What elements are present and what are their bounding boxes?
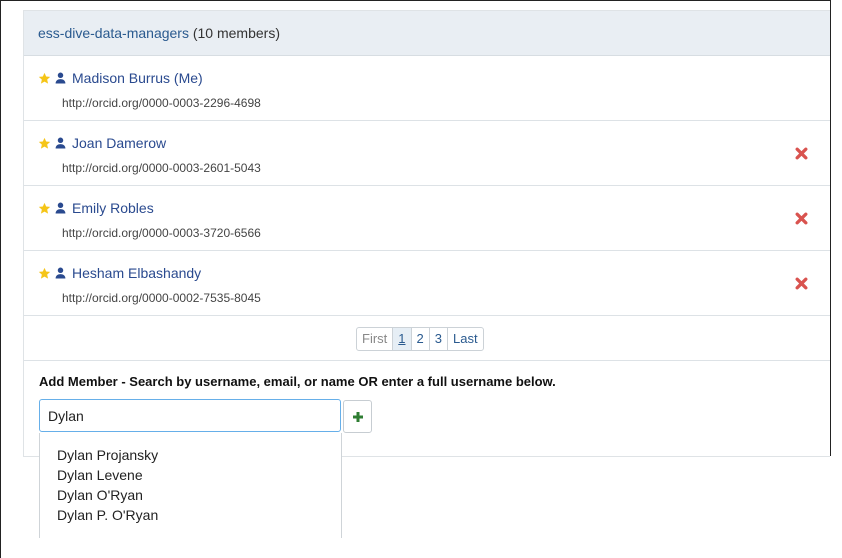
star-icon [38,202,51,214]
star-icon [38,72,51,84]
member-search-input[interactable] [39,399,341,432]
member-name-line: Joan Damerow [38,134,166,152]
remove-member-icon[interactable] [795,277,808,290]
remove-member-icon[interactable] [795,212,808,225]
frame-top-border [0,0,831,1]
member-row: Emily Robles http://orcid.org/0000-0003-… [24,186,830,251]
member-orcid: http://orcid.org/0000-0003-2601-5043 [62,161,261,175]
frame-left-border [0,0,1,558]
suggestion-item[interactable]: Dylan O'Ryan [40,485,341,505]
member-orcid: http://orcid.org/0000-0003-3720-6566 [62,226,261,240]
pagination-row: First 1 2 3 Last [24,316,830,361]
star-icon [38,137,51,149]
add-member-button[interactable] [343,400,372,433]
user-icon [55,202,66,214]
pagination-page-2[interactable]: 2 [410,328,429,350]
member-name-link[interactable]: Emily Robles [72,200,154,216]
suggestion-item[interactable]: Dylan Projansky [40,445,341,465]
remove-member-icon[interactable] [795,147,808,160]
plus-icon [352,411,363,422]
member-name-link[interactable]: Joan Damerow [72,135,166,151]
frame-right-border [830,0,831,456]
member-row: Madison Burrus (Me) http://orcid.org/000… [24,56,830,121]
member-row: Hesham Elbashandy http://orcid.org/0000-… [24,251,830,316]
member-name-line: Madison Burrus (Me) [38,69,203,87]
pagination: First 1 2 3 Last [356,327,484,351]
member-orcid: http://orcid.org/0000-0003-2296-4698 [62,96,261,110]
star-icon [38,267,51,279]
member-name-line: Emily Robles [38,199,154,217]
member-name-line: Hesham Elbashandy [38,264,201,282]
user-icon [55,267,66,279]
group-name-link[interactable]: ess-dive-data-managers [38,25,189,41]
group-members-panel: ess-dive-data-managers (10 members) Madi… [23,10,830,457]
search-suggestions-dropdown: Dylan Projansky Dylan Levene Dylan O'Rya… [39,433,342,538]
pagination-page-1[interactable]: 1 [392,328,411,350]
user-icon [55,72,66,84]
user-icon [55,137,66,149]
panel-header: ess-dive-data-managers (10 members) [24,11,830,56]
member-row: Joan Damerow http://orcid.org/0000-0003-… [24,121,830,186]
add-member-title: Add Member - Search by username, email, … [39,374,556,389]
pagination-first[interactable]: First [357,328,392,350]
suggestion-item[interactable]: Dylan P. O'Ryan [40,505,341,525]
member-name-link[interactable]: Madison Burrus (Me) [72,70,203,86]
suggestion-item[interactable]: Dylan Levene [40,465,341,485]
member-name-link[interactable]: Hesham Elbashandy [72,265,201,281]
member-count: (10 members) [192,25,280,41]
pagination-page-3[interactable]: 3 [428,328,447,350]
member-orcid: http://orcid.org/0000-0002-7535-8045 [62,291,261,305]
pagination-last[interactable]: Last [446,328,483,350]
